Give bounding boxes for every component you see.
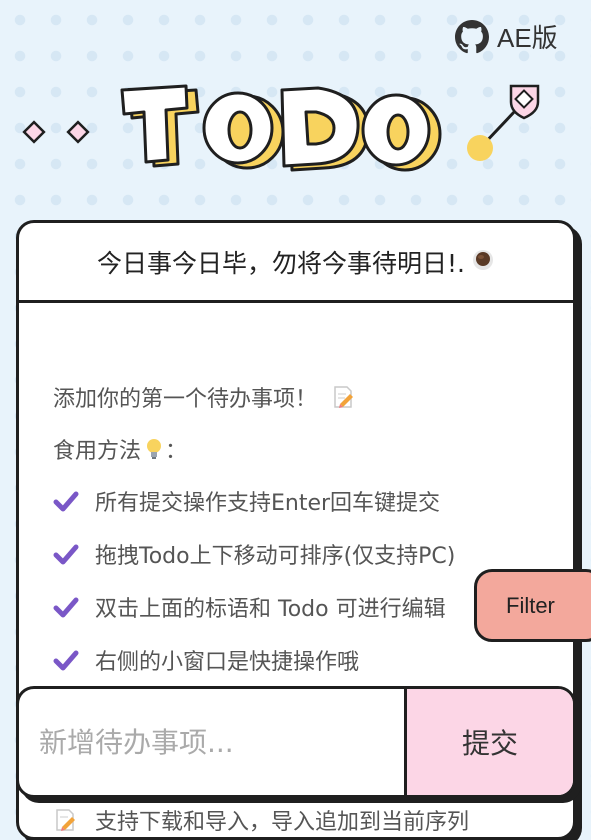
intro-line: 添加你的第一个待办事项！ (53, 381, 355, 413)
memo-icon (331, 385, 355, 409)
slogan-header[interactable]: 今日事今日毕，勿将今事待明日!. (19, 223, 573, 303)
new-todo-input[interactable] (19, 689, 404, 795)
tip-text: 双击上面的标语和 Todo 可进行编辑 (95, 597, 446, 622)
lightbulb-icon (145, 437, 163, 461)
submit-label: 提交 (461, 727, 518, 760)
filter-label: Filter (506, 592, 555, 618)
usage-label: 食用方法 (53, 439, 142, 464)
check-icon (53, 596, 83, 618)
tip-item[interactable]: 所有提交操作支持Enter回车键提交 (53, 485, 440, 517)
tip-item[interactable]: 拖拽Todo上下移动可排序(仅支持PC) (53, 538, 455, 570)
add-todo-bar: 提交 (16, 686, 576, 798)
diamond-left-2 (66, 120, 90, 144)
logo-ornament (467, 84, 540, 161)
check-icon (53, 490, 83, 512)
github-label: AE版 (497, 23, 558, 53)
tip-text: 右侧的小窗口是快捷操作哦 (95, 650, 360, 675)
github-icon (455, 19, 489, 53)
github-link[interactable]: AE版 (455, 18, 558, 55)
tip-item[interactable]: 双击上面的标语和 Todo 可进行编辑 (53, 591, 446, 623)
tip-text: 拖拽Todo上下移动可排序(仅支持PC) (95, 544, 456, 569)
tip-item[interactable]: 右侧的小窗口是快捷操作哦 (53, 644, 359, 676)
coffee-icon (471, 247, 495, 277)
tip-text: 支持下载和导入，导入追加到当前序列 (95, 810, 470, 835)
usage-line: 食用方法 ： (53, 433, 187, 465)
intro-text: 添加你的第一个待办事项！ (53, 387, 318, 412)
usage-suffix: ： (165, 439, 188, 464)
memo-icon (53, 808, 83, 832)
check-icon (53, 649, 83, 671)
tip-text: 所有提交操作支持Enter回车键提交 (95, 491, 441, 516)
submit-button[interactable]: 提交 (404, 689, 573, 795)
tip-item[interactable]: 支持下载和导入，导入追加到当前序列 (53, 804, 469, 836)
check-icon (53, 543, 83, 565)
diamond-left-1 (22, 120, 46, 144)
todo-logo[interactable] (18, 78, 578, 188)
filter-button[interactable]: Filter (474, 569, 591, 642)
slogan-text: 今日事今日毕，勿将今事待明日!. (97, 248, 465, 278)
